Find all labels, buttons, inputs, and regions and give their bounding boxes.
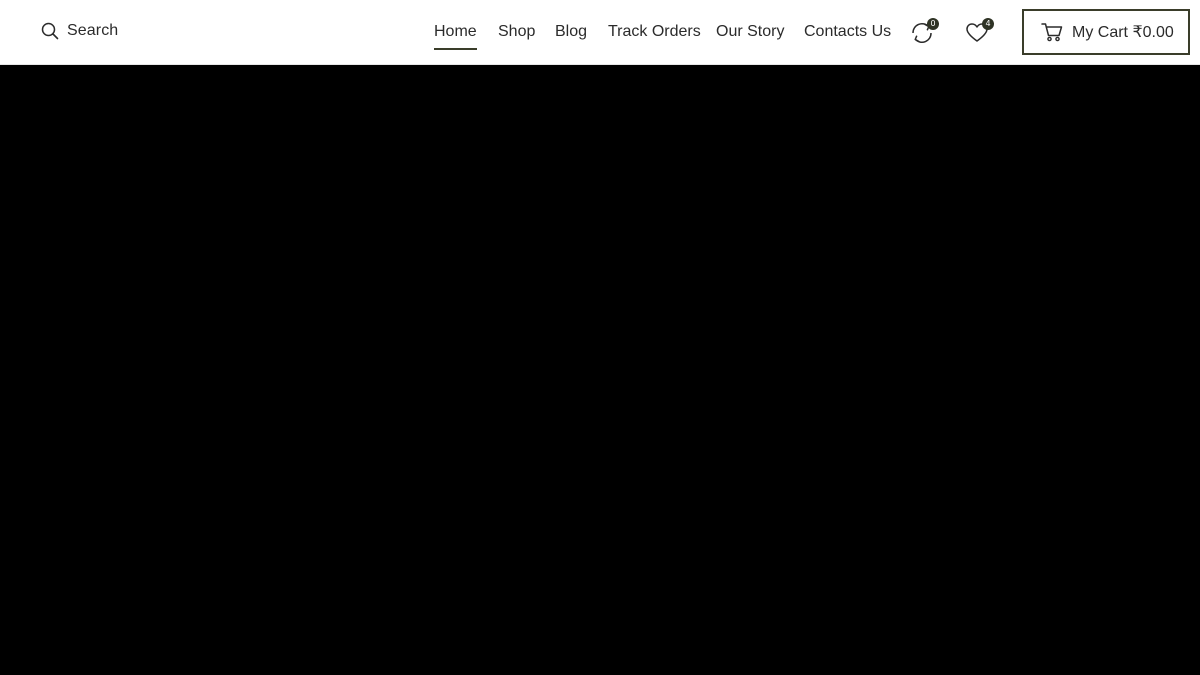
compare-count-badge: 0 [927, 18, 939, 30]
cart-label: My Cart ₹0.00 [1072, 24, 1174, 41]
nav-home[interactable]: Home [434, 23, 477, 50]
nav-shop[interactable]: Shop [498, 23, 535, 41]
nav-our-story[interactable]: Our Story [716, 23, 784, 41]
cart-button[interactable]: My Cart ₹0.00 [1022, 9, 1190, 55]
site-header: Search Home Shop Blog Track Orders Our S… [0, 0, 1200, 65]
hero-banner [0, 66, 1200, 675]
wishlist-button[interactable]: 4 [964, 18, 994, 46]
search-label: Search [67, 22, 119, 39]
cart-icon [1041, 23, 1063, 42]
nav-track-orders[interactable]: Track Orders [608, 23, 701, 41]
search-icon [41, 22, 59, 40]
nav-blog[interactable]: Blog [555, 23, 587, 41]
search-button[interactable]: Search [41, 22, 118, 40]
compare-button[interactable]: 0 [909, 18, 939, 46]
wishlist-count-badge: 4 [982, 18, 994, 30]
nav-contacts-us[interactable]: Contacts Us [804, 23, 891, 41]
